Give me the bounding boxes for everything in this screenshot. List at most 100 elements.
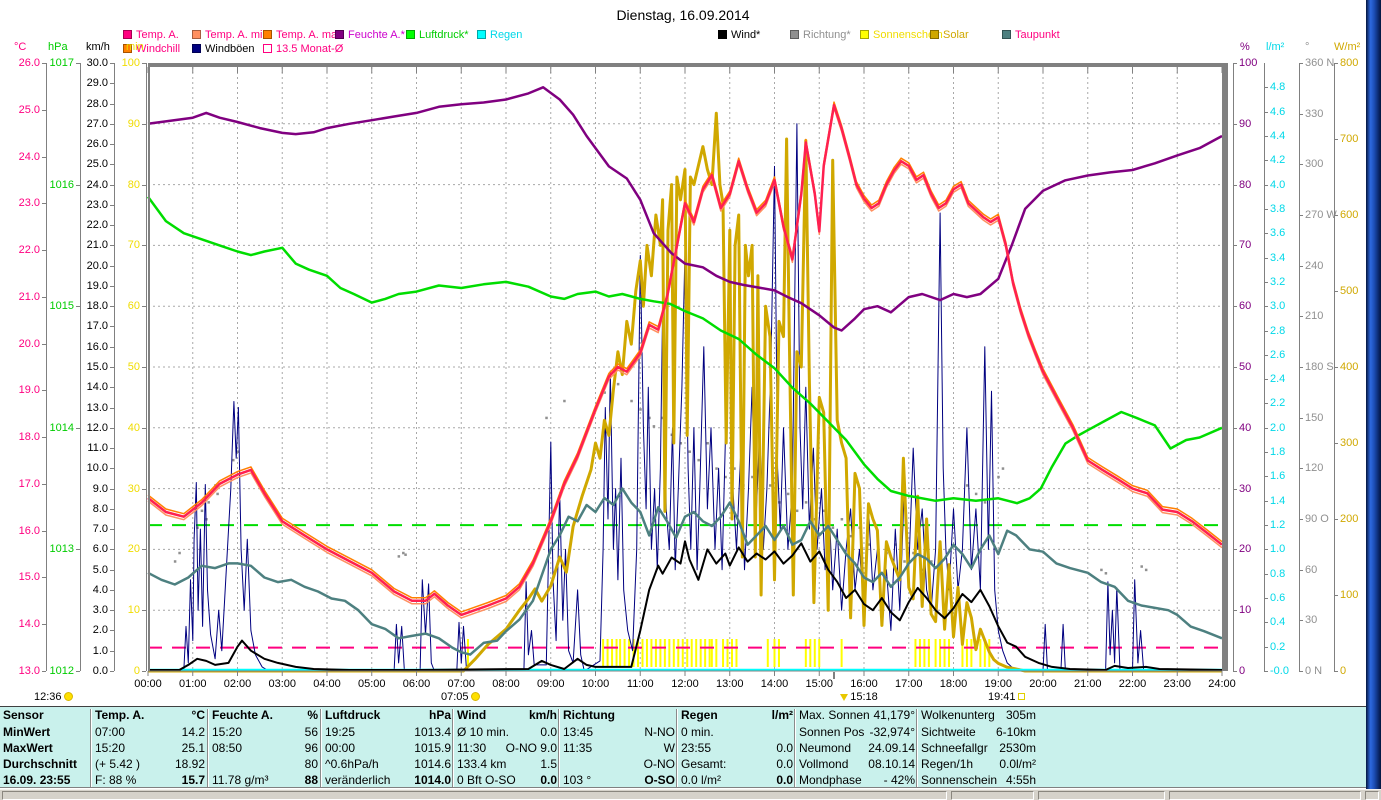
table-cell: °C	[191, 708, 205, 722]
time-label: 02:00	[223, 678, 252, 690]
table-cell: 15:20	[95, 741, 126, 755]
table-cell: 2530m	[999, 741, 1036, 755]
rain-axis-tick-label: 2.6	[1270, 348, 1286, 361]
legend-swatch-icon	[1002, 30, 1011, 39]
sunshine-bar	[654, 639, 657, 667]
time-label: 08:00	[492, 678, 520, 690]
wind-direction-dot	[715, 467, 718, 470]
status-bar	[0, 789, 1381, 800]
time-label: 04:00	[313, 678, 341, 690]
table-cell: 0 Bft O-SO	[457, 773, 516, 787]
sunshine-bar	[645, 639, 648, 667]
rain-axis-tick-label: 1.4	[1270, 494, 1286, 507]
time-label: 20:00	[1029, 678, 1057, 690]
rain-axis-tick-label: 3.4	[1270, 251, 1286, 264]
temp-axis-tick-label: 20.0	[18, 337, 40, 350]
wind-axis-tick	[110, 448, 114, 450]
wind-axis-tick	[110, 468, 114, 470]
table-cell: 88	[304, 773, 318, 787]
wind-direction-dot	[804, 501, 808, 504]
axis-unit-label: W/m²	[1334, 41, 1361, 53]
wind-axis-tick-label: 13.0	[86, 401, 108, 414]
table-cell: Gesamt:	[681, 757, 727, 771]
sunshine-bar	[668, 639, 671, 667]
table-cell: Wind	[457, 708, 487, 722]
sunshine-bar	[663, 639, 666, 667]
wind-direction-dot	[616, 382, 620, 386]
sunshine-bar	[704, 639, 707, 667]
legend-item-windb-en: Windböen	[192, 44, 255, 55]
arrow-icon	[840, 694, 848, 701]
humidity-axis-tick-label: 60	[1239, 300, 1252, 313]
rain-axis-tick-label: 0.2	[1270, 640, 1286, 653]
temp-axis-tick-label: 16.0	[18, 524, 40, 537]
temp-axis-tick	[42, 437, 46, 439]
sunmin-axis-tick	[142, 367, 146, 368]
humidity-axis-tick	[1233, 671, 1237, 672]
direction-axis-tick-label: 0 N	[1305, 665, 1323, 677]
wind-direction-dot	[232, 458, 235, 462]
sunshine-bar	[726, 639, 729, 667]
wind-direction-dot	[697, 458, 700, 462]
temp-axis-tick-label: 14.0	[18, 618, 40, 631]
sunshine-bar	[840, 639, 843, 667]
sunshine-bar	[804, 639, 807, 667]
sunmin-axis-tick	[142, 306, 146, 308]
table-cell: 103 °	[563, 773, 592, 787]
table-cell: 0.0	[540, 773, 557, 787]
table-column-temp: Temp. A. °C 07:00 14.2 15:20 25.1 (+ 5.42 ) 18.…	[95, 707, 205, 787]
humidity-axis-tick-label: 10	[1239, 604, 1252, 617]
window-border	[1366, 0, 1381, 789]
legend-item-feuchte-a-: Feuchte A.*	[335, 30, 405, 41]
legend-swatch-icon	[718, 30, 727, 39]
table-cell: Temp. A.	[95, 708, 145, 722]
wind-axis-tick-label: 16.0	[86, 340, 108, 353]
temp-axis-tick	[42, 156, 46, 158]
sunshine-bar	[710, 639, 713, 667]
table-column-separator	[90, 709, 92, 787]
sunshine-bar	[722, 639, 725, 667]
sunshine-bar	[948, 639, 951, 667]
table-cell: km/h	[528, 708, 557, 722]
table-cell: Luftdruck	[325, 708, 381, 722]
temp-axis-tick	[42, 203, 46, 205]
humidity-axis-tick	[1233, 367, 1237, 368]
sunmin-axis-tick	[142, 245, 146, 247]
sunshine-bar	[809, 639, 812, 667]
sunshine-bar	[602, 639, 605, 667]
wind-direction-dot	[997, 475, 1000, 479]
wind-axis-tick-label: 14.0	[86, 381, 108, 394]
direction-axis-tick-label: 60	[1305, 563, 1318, 576]
sunmin-axis-tick	[142, 549, 146, 551]
table-cell: 08.10.14	[868, 757, 915, 771]
wind-axis-tick	[110, 589, 114, 591]
rain-axis-tick	[1264, 646, 1268, 648]
legend-item-regen: Regen	[477, 30, 522, 41]
temp-axis-tick-label: 23.0	[18, 197, 40, 210]
wind-direction-dot	[1100, 568, 1103, 572]
sunmin-axis-tick	[142, 671, 146, 672]
sunshine-bar	[927, 639, 930, 667]
direction-axis-tick-label: 240	[1305, 259, 1324, 272]
wind-axis-tick	[110, 144, 114, 146]
temp-axis-tick	[42, 296, 46, 298]
sunshine-bar	[777, 639, 780, 667]
wind-axis-tick	[110, 225, 114, 227]
table-cell: 11:30	[457, 741, 487, 755]
legend-item-13-5-monat-: 13.5 Monat-Ø	[263, 44, 343, 55]
sunmin-axis-tick-label: 0	[133, 665, 140, 677]
table-cell: 1014.6	[414, 757, 451, 771]
rain-axis-tick	[1264, 208, 1268, 210]
wind-axis-tick-label: 10.0	[86, 462, 108, 475]
time-label: 24:00	[1208, 678, 1236, 690]
humidity-axis-tick	[1233, 123, 1237, 125]
rain-axis-tick	[1264, 427, 1268, 429]
axis-unit-label: l/m²	[1266, 41, 1285, 53]
temp-axis-tick-label: 17.0	[18, 477, 40, 490]
sunshine-bar	[943, 639, 946, 667]
legend-item-solar: Solar	[930, 30, 969, 41]
table-cell: N-NO	[644, 725, 675, 739]
direction-axis-tick	[1299, 316, 1303, 318]
legend-swatch-icon	[335, 30, 344, 39]
solar-axis-tick	[1334, 139, 1338, 140]
